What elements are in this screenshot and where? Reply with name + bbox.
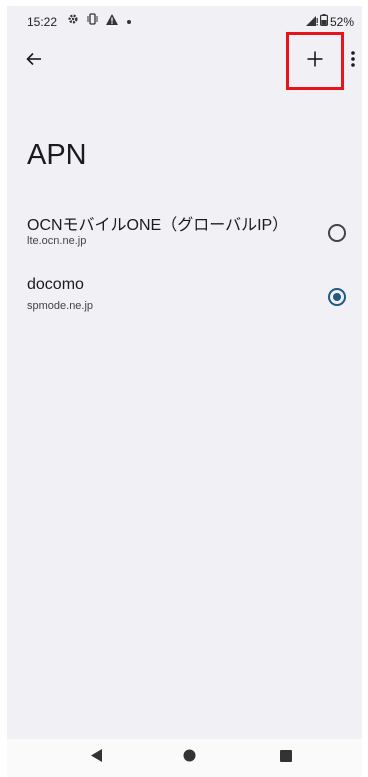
phone-screen: 15:22 52% APN OCNモバイルONE（グローバルIP） lte.oc…	[7, 6, 362, 777]
settings-icon	[67, 13, 79, 28]
app-toolbar	[7, 32, 362, 90]
apn-address: lte.ocn.ne.jp	[27, 235, 87, 247]
nav-back-button[interactable]	[84, 747, 110, 769]
apn-list-item[interactable]: OCNモバイルONE（グローバルIP） lte.ocn.ne.jp	[7, 211, 362, 271]
more-vert-icon	[351, 50, 355, 72]
arrow-left-icon	[26, 52, 42, 71]
apn-radio-button[interactable]	[328, 224, 346, 242]
add-apn-button[interactable]	[286, 32, 344, 90]
apn-radio-button-selected[interactable]	[328, 288, 346, 306]
plus-icon	[307, 51, 323, 72]
back-triangle-icon	[91, 749, 103, 767]
nav-home-button[interactable]	[176, 747, 202, 769]
more-options-button[interactable]	[344, 46, 362, 76]
apn-name: OCNモバイルONE（グローバルIP）	[27, 217, 289, 234]
page-title: APN	[27, 139, 87, 171]
nav-recents-button[interactable]	[273, 747, 299, 769]
system-nav-bar	[7, 739, 362, 777]
back-button[interactable]	[19, 46, 49, 76]
apn-list-item[interactable]: docomo spmode.ne.jp	[7, 276, 362, 336]
status-system-icons: 52%	[305, 14, 354, 29]
home-circle-icon	[183, 749, 196, 767]
recents-square-icon	[280, 749, 292, 767]
battery-percent: 52%	[329, 14, 354, 29]
vibrate-icon	[87, 13, 98, 28]
status-notification-icons	[67, 13, 132, 28]
warning-icon	[106, 13, 118, 28]
apn-address: spmode.ne.jp	[27, 300, 94, 312]
signal-icon	[305, 15, 318, 29]
status-time: 15:22	[27, 15, 58, 29]
dot-icon	[126, 14, 132, 28]
apn-name: docomo	[27, 276, 84, 293]
battery-icon	[319, 14, 328, 29]
